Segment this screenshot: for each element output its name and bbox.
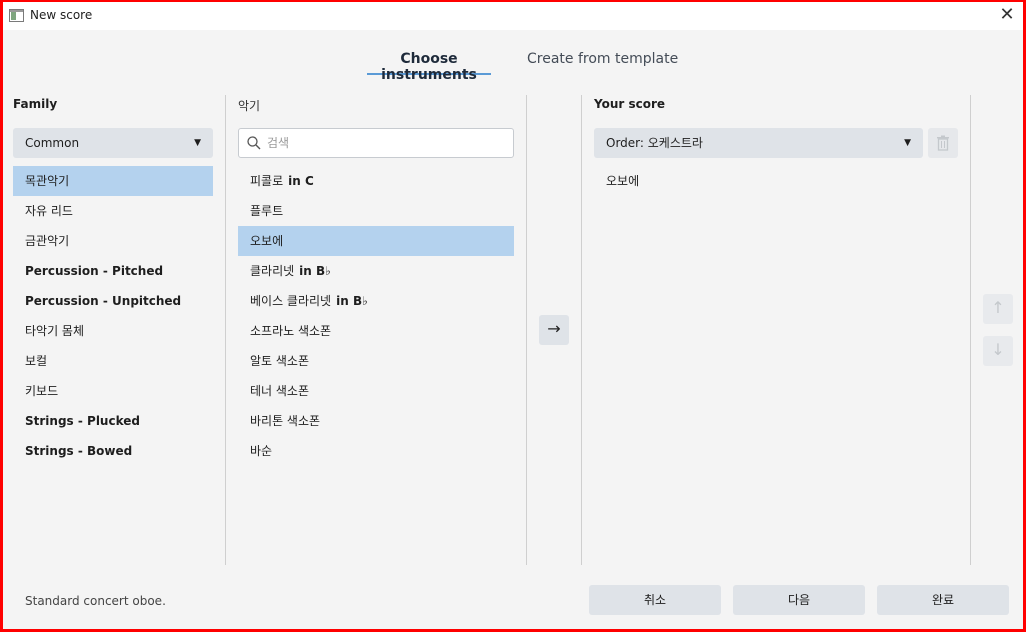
family-item[interactable]: Strings - Bowed xyxy=(13,436,213,466)
move-up-button[interactable]: ↑ xyxy=(983,294,1013,324)
tab-create-from-template[interactable]: Create from template xyxy=(527,51,678,75)
instrument-item[interactable]: 플루트 xyxy=(238,196,514,226)
instrument-transposition: in C xyxy=(288,174,314,188)
close-button[interactable]: ✕ xyxy=(993,4,1021,28)
instrument-name: 클라리넷 xyxy=(250,264,295,278)
search-icon xyxy=(247,136,261,150)
column-divider xyxy=(970,95,971,565)
instrument-name: 바순 xyxy=(250,444,273,458)
family-item[interactable]: 목관악기 xyxy=(13,166,213,196)
instrument-name: 오보에 xyxy=(250,234,284,248)
instruments-heading: 악기 xyxy=(238,99,261,113)
title-bar: New score ✕ xyxy=(3,2,1023,30)
instrument-item[interactable]: 바순 xyxy=(238,436,514,466)
app-icon xyxy=(9,9,24,22)
tab-choose-instruments[interactable]: Choose instruments xyxy=(367,51,491,83)
instrument-name: 알토 색소폰 xyxy=(250,354,310,368)
cancel-button[interactable]: 취소 xyxy=(589,585,721,615)
family-dropdown-value: Common xyxy=(25,136,80,150)
instrument-name: 피콜로 xyxy=(250,174,284,188)
your-score-heading: Your score xyxy=(594,97,666,111)
instrument-name: 바리톤 색소폰 xyxy=(250,414,321,428)
instrument-transposition: in B♭ xyxy=(336,294,368,308)
add-to-score-button[interactable]: → xyxy=(539,315,569,345)
family-item[interactable]: Percussion - Unpitched xyxy=(13,286,213,316)
dropdown-arrow-icon: ▼ xyxy=(904,138,911,148)
column-divider xyxy=(225,95,226,565)
order-dropdown-value: Order: 오케스트라 xyxy=(606,136,703,150)
instrument-item[interactable]: 알토 색소폰 xyxy=(238,346,514,376)
trash-icon xyxy=(937,135,949,151)
family-item[interactable]: 키보드 xyxy=(13,376,213,406)
family-item[interactable]: 금관악기 xyxy=(13,226,213,256)
column-divider xyxy=(526,95,527,565)
family-dropdown[interactable]: Common ▼ xyxy=(13,128,213,158)
search-field[interactable] xyxy=(238,128,514,158)
instrument-item[interactable]: 바리톤 색소폰 xyxy=(238,406,514,436)
instrument-name: 소프라노 색소폰 xyxy=(250,324,332,338)
family-item[interactable]: Strings - Plucked xyxy=(13,406,213,436)
status-description: Standard concert oboe. xyxy=(25,594,166,608)
instrument-item[interactable]: 오보에 xyxy=(238,226,514,256)
instrument-item[interactable]: 피콜로 in C xyxy=(238,166,514,196)
instrument-transposition: in B♭ xyxy=(299,264,331,278)
column-divider xyxy=(581,95,582,565)
new-score-dialog: New score ✕ Choose instruments Create fr… xyxy=(3,2,1023,629)
instrument-item[interactable]: 베이스 클라리넷 in B♭ xyxy=(238,286,514,316)
family-item[interactable]: Percussion - Pitched xyxy=(13,256,213,286)
family-item[interactable]: 타악기 몸체 xyxy=(13,316,213,346)
done-button[interactable]: 완료 xyxy=(877,585,1009,615)
family-item[interactable]: 자유 리드 xyxy=(13,196,213,226)
instrument-name: 테너 색소폰 xyxy=(250,384,310,398)
order-dropdown[interactable]: Order: 오케스트라 ▼ xyxy=(594,128,923,158)
instrument-name: 베이스 클라리넷 xyxy=(250,294,332,308)
family-heading: Family xyxy=(13,97,58,111)
delete-button[interactable] xyxy=(928,128,958,158)
instrument-name: 플루트 xyxy=(250,204,284,218)
score-item[interactable]: 오보에 xyxy=(594,166,923,196)
instrument-item[interactable]: 소프라노 색소폰 xyxy=(238,316,514,346)
dropdown-arrow-icon: ▼ xyxy=(194,138,201,148)
next-button[interactable]: 다음 xyxy=(733,585,865,615)
window-title: New score xyxy=(30,8,93,22)
instrument-item[interactable]: 테너 색소폰 xyxy=(238,376,514,406)
family-item[interactable]: 보컬 xyxy=(13,346,213,376)
instrument-item[interactable]: 클라리넷 in B♭ xyxy=(238,256,514,286)
move-down-button[interactable]: ↓ xyxy=(983,336,1013,366)
search-input[interactable] xyxy=(267,133,507,153)
